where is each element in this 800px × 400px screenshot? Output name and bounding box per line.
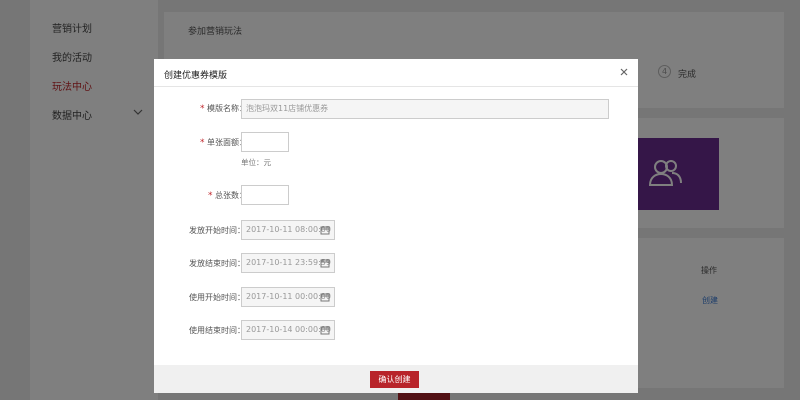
use-start-value: 2017-10-11 00:00:00 bbox=[246, 292, 331, 301]
calendar-icon[interactable] bbox=[320, 258, 330, 268]
close-icon[interactable] bbox=[619, 67, 629, 77]
issue-start-label: 发放开始时间： bbox=[189, 226, 245, 235]
required-mark: * bbox=[200, 104, 205, 114]
calendar-icon[interactable] bbox=[320, 325, 330, 335]
use-start-datetime-input[interactable]: 2017-10-11 00:00:00 bbox=[241, 287, 335, 307]
modal-header: 创建优惠券模版 bbox=[154, 59, 638, 87]
issue-start-datetime-input[interactable]: 2017-10-11 08:00:00 bbox=[241, 220, 335, 240]
issue-end-datetime-input[interactable]: 2017-10-11 23:59:59 bbox=[241, 253, 335, 273]
issue-start-value: 2017-10-11 08:00:00 bbox=[246, 225, 331, 234]
use-start-label: 使用开始时间： bbox=[189, 293, 245, 302]
issue-end-label: 发放结束时间： bbox=[189, 259, 245, 268]
required-mark: * bbox=[200, 138, 205, 148]
modal-footer: 确认创建 bbox=[154, 365, 638, 393]
calendar-icon[interactable] bbox=[320, 225, 330, 235]
unit-text: 单位：元 bbox=[241, 158, 271, 167]
template-name-label: * 模版名称： bbox=[200, 103, 247, 114]
confirm-create-button[interactable]: 确认创建 bbox=[370, 371, 419, 388]
template-name-input[interactable]: 泡泡玛双11店铺优惠券 bbox=[241, 99, 609, 119]
use-end-label: 使用结束时间： bbox=[189, 326, 245, 335]
face-value-label: * 单张面额： bbox=[200, 137, 247, 148]
face-value-input[interactable] bbox=[241, 132, 289, 152]
required-mark: * bbox=[208, 191, 213, 201]
create-coupon-template-dialog: 创建优惠券模版 * 模版名称： 泡泡玛双11店铺优惠券 * 单张面额： 单位：元… bbox=[154, 59, 638, 393]
total-count-input[interactable] bbox=[241, 185, 289, 205]
use-end-value: 2017-10-14 00:00:00 bbox=[246, 325, 331, 334]
use-end-datetime-input[interactable]: 2017-10-14 00:00:00 bbox=[241, 320, 335, 340]
issue-end-value: 2017-10-11 23:59:59 bbox=[246, 258, 331, 267]
modal-title: 创建优惠券模版 bbox=[164, 71, 228, 81]
calendar-icon[interactable] bbox=[320, 292, 330, 302]
